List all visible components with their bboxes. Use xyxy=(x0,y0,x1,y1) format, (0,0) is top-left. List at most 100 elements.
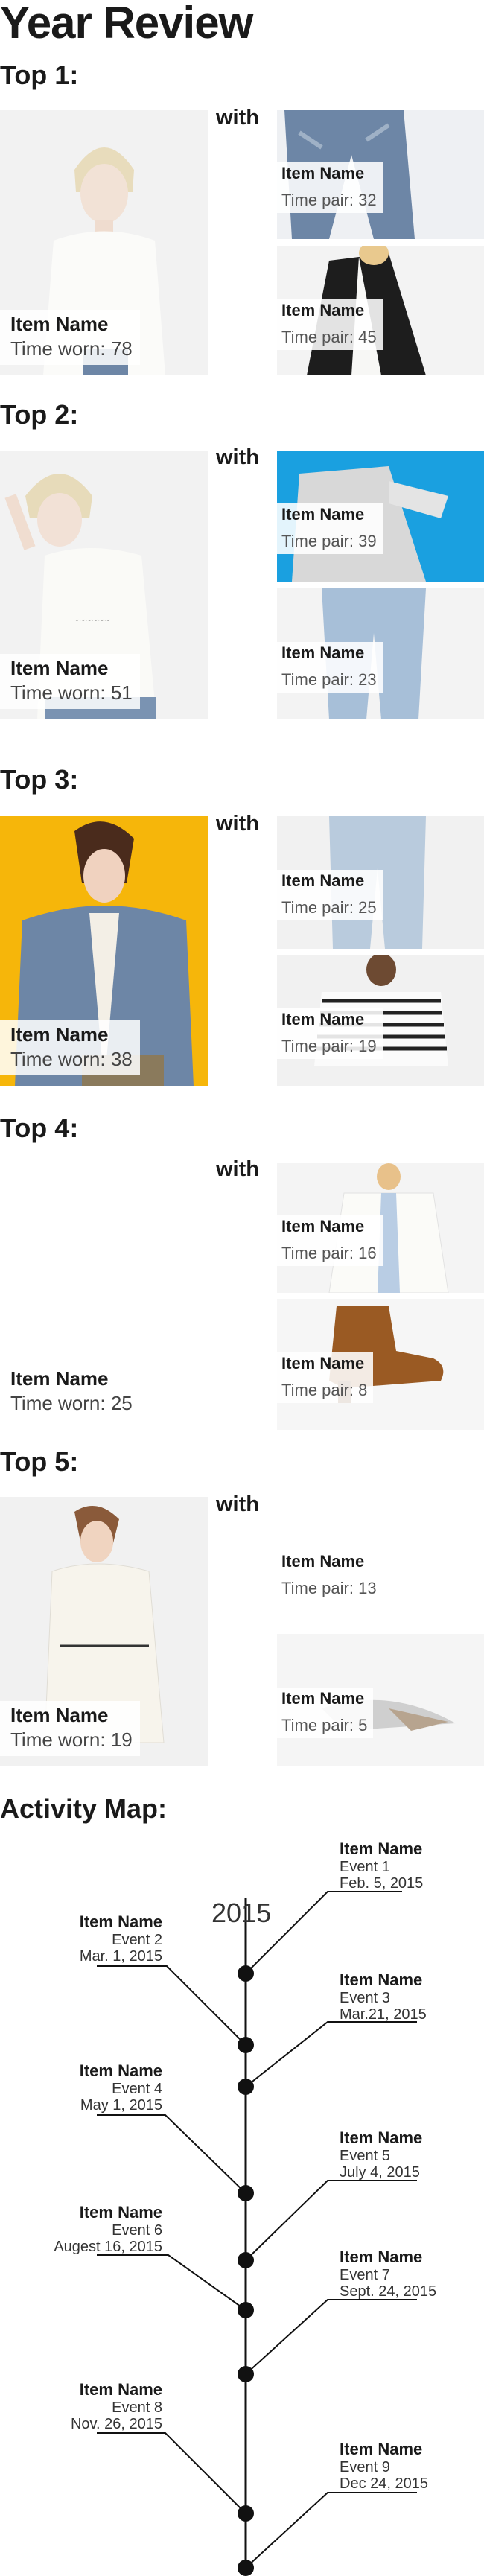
top-5-pair-2-caption: Item Name Time pair: 5 xyxy=(277,1688,374,1738)
item-name: Item Name xyxy=(281,1552,365,1571)
top-2-heading: Top 2: xyxy=(0,399,79,430)
event-9-label[interactable]: Item Name Event 9 Dec 24, 2015 xyxy=(340,2440,428,2492)
event-date: July 4, 2015 xyxy=(340,2164,420,2181)
item-name: Item Name xyxy=(340,2248,423,2266)
event-3-node xyxy=(238,2079,254,2095)
item-name: Item Name xyxy=(281,1354,365,1373)
time-pair: Time pair: 13 xyxy=(281,1579,377,1597)
time-pair: Time pair: 16 xyxy=(281,1244,377,1262)
item-name: Item Name xyxy=(10,1367,109,1390)
item-name: Item Name xyxy=(79,2061,162,2080)
event-title: Event 2 xyxy=(112,1932,162,1948)
event-date: Mar.21, 2015 xyxy=(340,2006,427,2023)
top-4-with-label: with xyxy=(216,1157,259,1181)
item-name: Item Name xyxy=(340,1971,423,1989)
item-name: Item Name xyxy=(79,2380,162,2399)
top-4-heading: Top 4: xyxy=(0,1113,79,1143)
item-name: Item Name xyxy=(79,1912,162,1931)
event-6-connector xyxy=(97,2254,246,2311)
top-1-pair-1-caption: Item Name Time pair: 32 xyxy=(277,162,383,213)
top-5-heading: Top 5: xyxy=(0,1446,79,1477)
top-1-pair-2-card[interactable]: Item Name Time pair: 45 xyxy=(277,246,484,375)
top-2-pair-2-card[interactable]: Item Name Time pair: 23 xyxy=(277,588,484,719)
top-5-main-caption: Item Name Time worn: 19 xyxy=(0,1701,140,1756)
top-3-pair-2-card[interactable]: Item Name Time pair: 19 xyxy=(277,955,484,1086)
item-name: Item Name xyxy=(281,643,365,662)
event-9-node xyxy=(238,2560,254,2576)
time-pair: Time pair: 45 xyxy=(281,328,377,346)
event-8-connector xyxy=(97,2432,246,2514)
page-title: Year Review xyxy=(0,0,253,48)
time-pair: Time pair: 5 xyxy=(281,1716,368,1734)
time-pair: Time pair: 8 xyxy=(281,1381,368,1399)
event-date: Mar. 1, 2015 xyxy=(79,1948,162,1965)
top-5-pair-1-caption: Item Name Time pair: 13 xyxy=(277,1551,383,1601)
event-9-connector xyxy=(245,2492,417,2569)
event-title: Event 1 xyxy=(340,1859,390,1875)
time-pair: Time pair: 32 xyxy=(281,191,377,209)
time-worn: Time worn: 38 xyxy=(10,1048,133,1070)
top-1-pair-2-caption: Item Name Time pair: 45 xyxy=(277,299,383,350)
top-1-with-label: with xyxy=(216,106,259,130)
event-1-node xyxy=(238,1965,254,1982)
svg-text:~~~~~~: ~~~~~~ xyxy=(73,617,110,625)
item-name: Item Name xyxy=(10,657,109,679)
top-1-main-card[interactable]: Item Name Time worn: 78 xyxy=(0,110,208,375)
item-name: Item Name xyxy=(281,164,365,182)
top-2-pair-2-caption: Item Name Time pair: 23 xyxy=(277,642,383,693)
item-name: Item Name xyxy=(281,505,365,524)
time-pair: Time pair: 39 xyxy=(281,532,377,550)
top-1-pair-1-card[interactable]: Item Name Time pair: 32 xyxy=(277,110,484,239)
top-3-pair-1-caption: Item Name Time pair: 25 xyxy=(277,870,383,920)
top-3-heading: Top 3: xyxy=(0,764,79,795)
event-4-connector xyxy=(97,2114,246,2194)
item-name: Item Name xyxy=(10,1704,109,1726)
event-4-label[interactable]: Item Name Event 4 May 1, 2015 xyxy=(80,2061,162,2114)
event-title: Event 6 xyxy=(112,2222,162,2239)
time-worn: Time worn: 51 xyxy=(10,681,133,704)
event-date: Nov. 26, 2015 xyxy=(70,2416,162,2432)
top-5-main-card[interactable]: Item Name Time worn: 19 xyxy=(0,1497,208,1766)
event-2-connector xyxy=(97,1965,246,2046)
event-date: Augest 16, 2015 xyxy=(54,2239,162,2255)
event-7-label[interactable]: Item Name Event 7 Sept. 24, 2015 xyxy=(340,2248,436,2300)
event-6-node xyxy=(238,2302,254,2318)
event-title: Event 5 xyxy=(340,2148,390,2164)
top-3-main-card[interactable]: Item Name Time worn: 38 xyxy=(0,816,208,1086)
item-name: Item Name xyxy=(10,1023,109,1046)
top-4-main-caption: Item Name Time worn: 25 xyxy=(0,1364,140,1419)
event-3-label[interactable]: Item Name Event 3 Mar.21, 2015 xyxy=(340,1971,427,2023)
time-worn: Time worn: 25 xyxy=(10,1392,133,1414)
event-2-label[interactable]: Item Name Event 2 Mar. 1, 2015 xyxy=(80,1912,162,1965)
event-1-label[interactable]: Item Name Event 1 Feb. 5, 2015 xyxy=(340,1839,423,1892)
top-2-main-caption: Item Name Time worn: 51 xyxy=(0,654,140,709)
event-6-label[interactable]: Item Name Event 6 Augest 16, 2015 xyxy=(54,2203,162,2255)
event-7-node xyxy=(238,2366,254,2382)
event-date: Feb. 5, 2015 xyxy=(340,1875,424,1892)
item-name: Item Name xyxy=(281,1689,365,1708)
top-2-pair-1-card[interactable]: Item Name Time pair: 39 xyxy=(277,451,484,582)
event-date: Dec 24, 2015 xyxy=(340,2475,428,2492)
event-8-node xyxy=(238,2505,254,2522)
top-4-pair-1-card[interactable]: Item Name Time pair: 16 xyxy=(277,1163,484,1293)
top-5-with-label: with xyxy=(216,1492,259,1516)
top-5-pair-2-card[interactable]: Item Name Time pair: 5 xyxy=(277,1634,484,1766)
top-4-pair-2-card[interactable]: Item Name Time pair: 8 xyxy=(277,1299,484,1430)
top-3-pair-1-card[interactable]: Item Name Time pair: 25 xyxy=(277,816,484,949)
top-2-with-label: with xyxy=(216,445,259,469)
item-name: Item Name xyxy=(340,2440,423,2458)
time-pair: Time pair: 23 xyxy=(281,670,377,689)
top-2-main-card[interactable]: ~~~~~~ Item Name Time worn: 51 xyxy=(0,451,208,719)
top-4-main-card[interactable]: Item Name Time worn: 25 xyxy=(0,1163,208,1430)
top-5-pair-1-card[interactable]: Item Name Time pair: 13 xyxy=(277,1497,484,1628)
event-title: Event 4 xyxy=(112,2081,162,2097)
top-4-pair-2-caption: Item Name Time pair: 8 xyxy=(277,1352,374,1403)
item-name: Item Name xyxy=(281,1010,365,1028)
event-4-node xyxy=(238,2185,254,2201)
event-8-label[interactable]: Item Name Event 8 Nov. 26, 2015 xyxy=(71,2380,162,2432)
event-5-label[interactable]: Item Name Event 5 July 4, 2015 xyxy=(340,2128,422,2181)
item-name: Item Name xyxy=(281,871,365,890)
top-1-main-caption: Item Name Time worn: 78 xyxy=(0,310,140,365)
top-3-main-caption: Item Name Time worn: 38 xyxy=(0,1020,140,1075)
top-4-pair-1-caption: Item Name Time pair: 16 xyxy=(277,1215,383,1266)
